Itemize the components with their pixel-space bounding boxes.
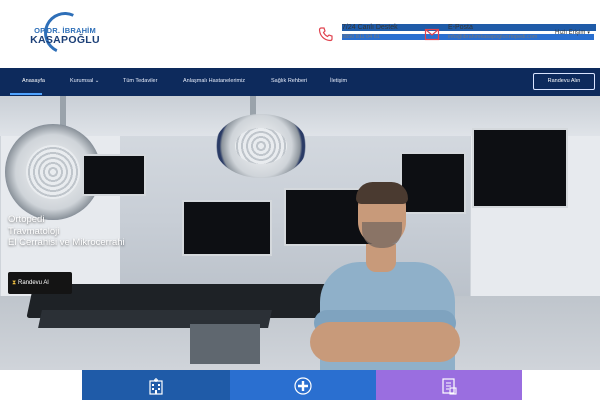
site-logo[interactable]: OP.DR. İBRAHİM KASAPOĞLU (30, 6, 100, 60)
feature-tile-guide[interactable] (376, 370, 522, 400)
medical-cross-icon (294, 377, 312, 395)
hospital-icon (149, 378, 163, 395)
feature-tile-treatments[interactable] (230, 370, 376, 400)
quick-access-menu[interactable]: Hızlı Erişim ▾ (555, 30, 590, 36)
operating-table-base (190, 324, 260, 364)
feature-tile-hospitals[interactable] (82, 370, 230, 400)
hero-appointment-label: Randevu Al (18, 280, 49, 286)
logo-line2: KASAPOĞLU (30, 34, 100, 46)
hero-appointment-button[interactable]: ⧗ Randevu Al (8, 272, 72, 294)
nav-item-iletisim[interactable]: İletişim (330, 78, 347, 84)
hero-line: El Cerrahisi ve Mikrocerrahi (8, 237, 125, 248)
nav-active-indicator (10, 93, 42, 95)
contact-phone[interactable]: 7/24 Canlı Destek 0850 811 04 61 (318, 24, 490, 48)
nav-item-kurumsal-label: Kurumsal (70, 78, 94, 84)
caret-down-icon: ▾ (587, 30, 590, 36)
nav-item-anasayfa[interactable]: Anasayfa (22, 78, 45, 84)
chevron-down-icon: ⌄ (94, 78, 100, 84)
appointment-button[interactable]: Randevu Alın (533, 73, 595, 90)
nav-item-saglik-rehberi[interactable]: Sağlık Rehberi (271, 78, 307, 84)
envelope-icon (424, 28, 440, 41)
hero-line: Travmatoloji (8, 225, 60, 237)
contact-email[interactable]: E-Posta info@ibrahimkasapogluortopedi.co… (424, 24, 596, 48)
nav-item-anlasmali-hastaneler[interactable]: Anlaşmalı Hastanelerimiz (183, 78, 245, 84)
hourglass-icon: ⧗ (12, 280, 17, 286)
operating-monitor (82, 154, 146, 196)
hero-specialties: Ortopedi Travmatoloji El Cerrahisi ve Mi… (8, 214, 125, 249)
hero-banner: Ortopedi Travmatoloji El Cerrahisi ve Mi… (0, 96, 600, 370)
main-nav: Anasayfa Kurumsal ⌄ Tüm Tedaviler Anlaşm… (0, 68, 600, 96)
nav-item-tum-tedaviler[interactable]: Tüm Tedaviler (123, 78, 157, 84)
nav-item-kurumsal[interactable]: Kurumsal ⌄ (70, 78, 99, 84)
document-icon (442, 378, 457, 395)
feature-tiles (82, 370, 522, 400)
surgical-lamp (215, 114, 307, 178)
doctor-photo (310, 182, 460, 370)
operating-monitor (472, 128, 568, 208)
quick-access-label: Hızlı Erişim (555, 30, 586, 36)
top-header: OP.DR. İBRAHİM KASAPOĞLU 7/24 Canlı Dest… (0, 0, 600, 68)
operating-monitor (182, 200, 272, 256)
phone-icon (318, 27, 333, 42)
hero-line: Ortopedi (8, 214, 45, 225)
